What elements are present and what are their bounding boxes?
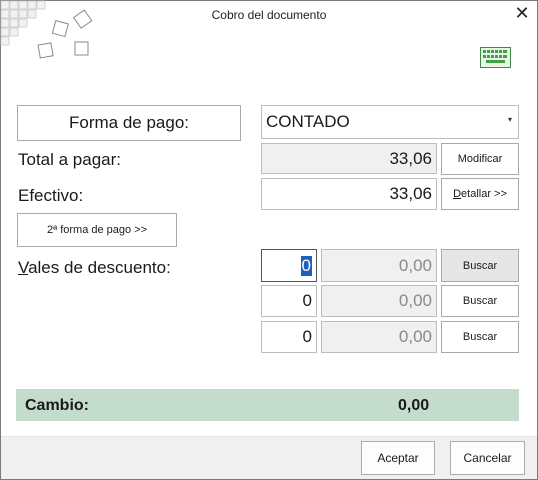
accept-button[interactable]: Aceptar [361,441,435,475]
total-value: 33,06 [389,148,432,168]
cash-value: 33,06 [389,184,432,203]
payment-method-select[interactable]: CONTADO ▾ [261,105,519,139]
cancel-button[interactable]: Cancelar [450,441,525,475]
cash-input[interactable]: 33,06 [261,178,437,210]
voucher-qty-value: 0 [302,327,312,346]
detail-button-label: Detallar >> [453,188,507,200]
voucher-search-button[interactable]: Buscar [441,321,519,353]
vouchers-label: Vales de descuento: [18,258,171,277]
second-payment-method-button[interactable]: 2ª forma de pago >> [17,213,177,247]
cash-label: Efectivo: [18,186,84,205]
voucher-amount-value: 0,00 [398,255,432,275]
keyboard-icon[interactable] [480,47,511,69]
change-bar: Cambio: 0,00 [16,389,519,421]
modify-button[interactable]: Modificar [441,143,519,175]
voucher-qty-input[interactable]: 0 [261,285,317,317]
window-title: Cobro del documento [211,8,327,22]
voucher-qty-input[interactable]: 0 [261,321,317,353]
voucher-amount-field: 0,00 [321,321,437,353]
voucher-qty-value: 0 [302,291,312,310]
dropdown-arrow-icon[interactable]: ▾ [508,115,512,124]
voucher-amount-field: 0,00 [321,285,437,317]
voucher-search-button[interactable]: Buscar [441,249,519,282]
payment-method-button[interactable]: Forma de pago: [17,105,241,141]
close-icon[interactable]: ✕ [511,3,533,23]
voucher-qty-value: 0 [300,255,312,276]
voucher-amount-value: 0,00 [398,291,432,310]
voucher-amount-value: 0,00 [398,327,432,346]
detail-button[interactable]: Detallar >> [441,178,519,210]
voucher-qty-input[interactable]: 0 [261,249,317,282]
payment-method-value: CONTADO [266,112,350,131]
change-label: Cambio: [25,397,89,414]
total-field: 33,06 [261,143,437,174]
total-label: Total a pagar: [18,150,122,169]
voucher-search-button[interactable]: Buscar [441,285,519,317]
voucher-amount-field: 0,00 [321,249,437,282]
change-value: 0,00 [398,397,430,414]
